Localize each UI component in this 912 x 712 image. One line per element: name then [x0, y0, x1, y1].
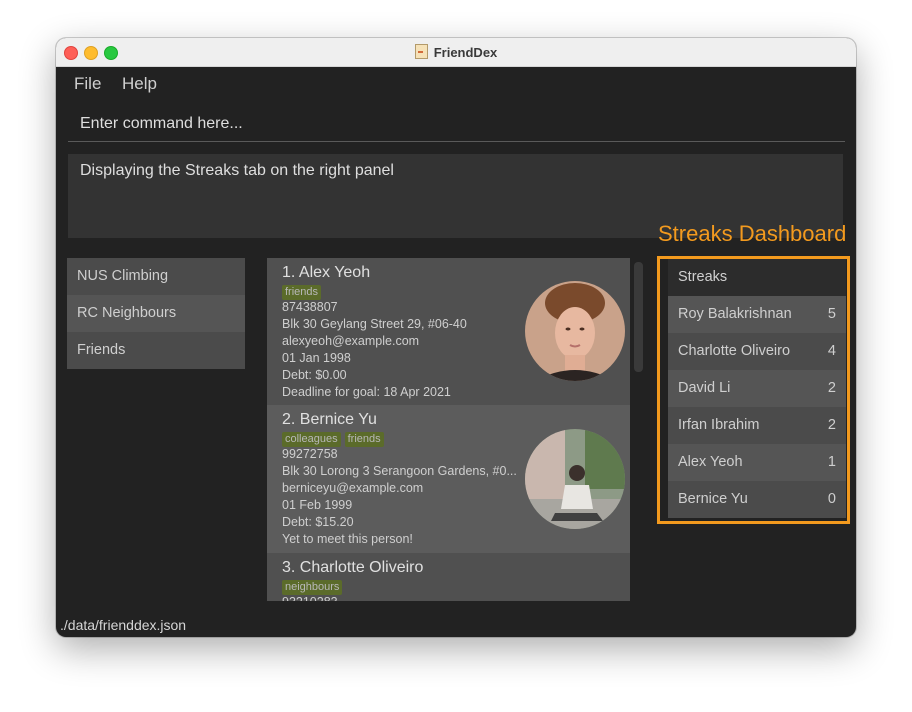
streaks-dashboard: Streaks Roy Balakrishnan 5 Charlotte Oliv…: [657, 256, 850, 524]
command-box: [68, 109, 845, 142]
streaks-dashboard-annotation: Streaks Dashboard: [658, 221, 847, 246]
person-address: Blk 30 Geylang Street 29, #06-40: [282, 317, 467, 331]
group-item-label: Friends: [77, 342, 126, 358]
streak-count: 2: [827, 380, 836, 396]
person-list: 1. Alex Yeoh friends 87438807 Blk 30 Gey…: [267, 258, 630, 601]
person-name: 2. Bernice Yu: [282, 411, 377, 428]
streak-row[interactable]: Bernice Yu 0: [668, 481, 846, 518]
window-title: FriendDex: [433, 45, 498, 60]
person-debt: Debt: $15.20: [282, 515, 354, 529]
person-birthday: 01 Jan 1998: [282, 351, 351, 365]
person-tags: neighbours: [282, 579, 346, 595]
command-input[interactable]: [68, 109, 845, 139]
person-name: 1. Alex Yeoh: [282, 264, 371, 281]
person-phone: 99272758: [282, 447, 338, 461]
streak-name: Irfan Ibrahim: [678, 417, 760, 433]
streak-row[interactable]: Irfan Ibrahim 2: [668, 407, 846, 444]
group-item-label: RC Neighbours: [77, 305, 177, 321]
streak-name: Bernice Yu: [678, 491, 748, 507]
person-birthday: 01 Feb 1999: [282, 498, 353, 512]
status-bar-path: ./data/frienddex.json: [60, 617, 187, 633]
window-title-wrap: FriendDex: [56, 44, 856, 60]
streak-count: 0: [827, 491, 836, 507]
streaks-panel: Streaks Roy Balakrishnan 5 Charlotte Oliv…: [668, 259, 846, 518]
group-list: NUS Climbing RC Neighbours Friends: [67, 258, 245, 369]
person-address: Blk 30 Lorong 3 Serangoon Gardens, #0...: [282, 464, 517, 478]
streak-name: David Li: [678, 380, 731, 396]
group-item-friends[interactable]: Friends: [67, 332, 245, 369]
person-debt: Debt: $0.00: [282, 368, 347, 382]
tag-label: neighbours: [282, 580, 343, 595]
streak-count: 1: [827, 454, 836, 470]
group-item-rc-neighbours[interactable]: RC Neighbours: [67, 295, 245, 332]
menu-file[interactable]: File: [74, 74, 101, 94]
person-card[interactable]: 3. Charlotte Oliveiro neighbours 9321028…: [267, 553, 630, 601]
tag-label: colleagues: [282, 432, 341, 447]
person-email: berniceyu@example.com: [282, 481, 424, 495]
streak-name: Charlotte Oliveiro: [678, 343, 791, 359]
app-icon: [414, 44, 428, 59]
avatar: [525, 281, 625, 381]
streak-name: Roy Balakrishnan: [678, 306, 792, 322]
person-goal-deadline: Deadline for goal: 18 Apr 2021: [282, 385, 451, 399]
person-email: alexyeoh@example.com: [282, 334, 420, 348]
streak-count: 4: [827, 343, 836, 359]
tag-label: friends: [344, 432, 384, 447]
streak-row[interactable]: Alex Yeoh 1: [668, 444, 846, 481]
person-tags: colleagues friends: [282, 431, 388, 447]
person-phone: 87438807: [282, 300, 338, 314]
person-card[interactable]: 1. Alex Yeoh friends 87438807 Blk 30 Gey…: [267, 258, 630, 405]
person-tags: friends: [282, 284, 325, 300]
person-name: 3. Charlotte Oliveiro: [282, 559, 424, 576]
person-list-scrollbar[interactable]: [634, 262, 643, 372]
streak-row[interactable]: David Li 2: [668, 370, 846, 407]
avatar: [525, 429, 625, 529]
streaks-header: Streaks: [668, 259, 846, 296]
app-window: FriendDex File Help Displaying the Strea…: [56, 38, 856, 637]
streak-row[interactable]: Charlotte Oliveiro 4: [668, 333, 846, 370]
group-item-label: NUS Climbing: [77, 268, 169, 284]
person-phone: 93210283: [282, 595, 338, 601]
streak-row[interactable]: Roy Balakrishnan 5: [668, 296, 846, 333]
menu-bar: File Help: [56, 66, 856, 100]
person-meet-status: Yet to meet this person!: [282, 532, 413, 546]
streak-count: 5: [827, 306, 836, 322]
result-text: Displaying the Streaks tab on the right …: [80, 162, 394, 179]
menu-help[interactable]: Help: [122, 74, 157, 94]
streak-count: 2: [827, 417, 836, 433]
tag-label: friends: [282, 285, 322, 300]
person-card[interactable]: 2. Bernice Yu colleagues friends 99272758…: [267, 405, 630, 553]
group-item-nus-climbing[interactable]: NUS Climbing: [67, 258, 245, 295]
streak-name: Alex Yeoh: [678, 454, 743, 470]
title-bar: FriendDex: [56, 38, 856, 67]
